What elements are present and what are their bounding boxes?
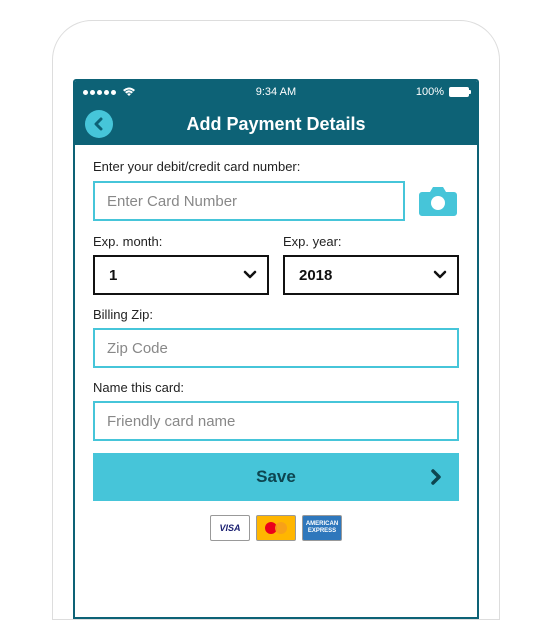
battery-percent: 100%: [416, 86, 444, 98]
chevron-down-icon: [433, 270, 447, 280]
exp-month-value: 1: [109, 267, 117, 284]
card-logos: VISA AMERICAN EXPRESS: [93, 515, 459, 541]
app-screen: 9:34 AM 100% Add Payment Details Enter y…: [73, 79, 479, 619]
page-header: Add Payment Details: [75, 103, 477, 145]
visa-logo-icon: VISA: [210, 515, 250, 541]
phone-frame: 9:34 AM 100% Add Payment Details Enter y…: [52, 20, 500, 620]
signal-dots-icon: [83, 90, 116, 95]
exp-month-select[interactable]: 1: [93, 255, 269, 295]
card-number-label: Enter your debit/credit card number:: [93, 159, 459, 174]
status-time: 9:34 AM: [256, 86, 296, 98]
exp-year-select[interactable]: 2018: [283, 255, 459, 295]
payment-form: Enter your debit/credit card number: Ent…: [75, 145, 477, 551]
exp-year-value: 2018: [299, 267, 332, 284]
card-name-input[interactable]: Friendly card name: [93, 401, 459, 441]
wifi-icon: [122, 87, 136, 97]
scan-card-button[interactable]: [417, 180, 459, 222]
save-button-label: Save: [256, 467, 296, 487]
zip-label: Billing Zip:: [93, 307, 459, 322]
chevron-right-icon: [429, 468, 443, 486]
amex-logo-icon: AMERICAN EXPRESS: [302, 515, 342, 541]
exp-year-label: Exp. year:: [283, 234, 459, 249]
mastercard-logo-icon: [256, 515, 296, 541]
zip-input[interactable]: Zip Code: [93, 328, 459, 368]
chevron-left-icon: [93, 117, 105, 131]
card-name-label: Name this card:: [93, 380, 459, 395]
page-title: Add Payment Details: [75, 114, 477, 135]
status-left: [83, 87, 136, 97]
save-button[interactable]: Save: [93, 453, 459, 501]
card-number-input[interactable]: Enter Card Number: [93, 181, 405, 221]
status-bar: 9:34 AM 100%: [75, 81, 477, 103]
camera-icon: [418, 184, 458, 218]
chevron-down-icon: [243, 270, 257, 280]
battery-icon: [449, 87, 469, 97]
status-right: 100%: [416, 86, 469, 98]
exp-month-label: Exp. month:: [93, 234, 269, 249]
back-button[interactable]: [85, 110, 113, 138]
